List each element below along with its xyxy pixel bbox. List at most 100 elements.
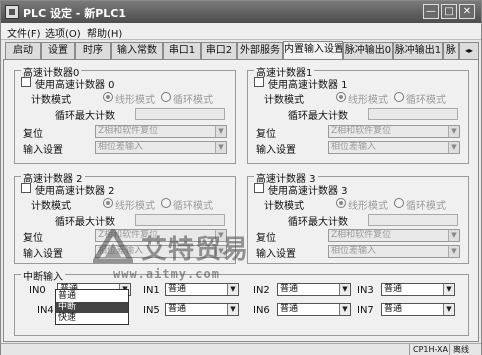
watermark-title: 艾特贸易 — [141, 235, 250, 265]
counter-0-reset-label: 复位 — [23, 129, 43, 140]
counter-2-enable-checkbox[interactable] — [21, 183, 31, 193]
dropdown-option-normal[interactable]: 普通 — [56, 291, 128, 302]
counter-1-enable-label: 使用高速计数器 1 — [268, 80, 348, 91]
counter-3-circular-radio[interactable] — [394, 198, 404, 208]
counter-2-reset-label: 复位 — [23, 233, 43, 244]
counter-0-max-label: 循环最大计数 — [55, 111, 115, 122]
chevron-down-icon: ▼ — [227, 304, 238, 315]
counter-1-linear-label: 线形模式 — [348, 95, 388, 106]
counter-1-circular-label: 循环模式 — [406, 95, 446, 106]
tab-startup[interactable]: 启动 — [5, 42, 41, 59]
in7-select[interactable]: 普通 ▼ — [381, 303, 455, 316]
counter-0-input-value: 相位差输入 — [98, 142, 144, 152]
tab-external-service[interactable]: 外部服务 — [237, 42, 283, 59]
counter-1-reset-value: Z相和软件复位 — [331, 126, 392, 136]
counter-3-enable-checkbox[interactable] — [254, 183, 264, 193]
tab-builtin-input-settings[interactable]: 内置输入设置 — [283, 41, 343, 60]
menu-file[interactable]: 文件(F) — [7, 25, 41, 40]
close-button[interactable]: ✕ — [459, 4, 475, 19]
window-title: PLC 设定 - 新PLC1 — [23, 7, 126, 20]
counter-3-enable-label: 使用高速计数器 3 — [268, 186, 348, 197]
in6-label: IN6 — [253, 305, 270, 316]
dropdown-option-interrupt[interactable]: 中断 — [56, 302, 128, 313]
counter-2-circular-radio[interactable] — [161, 198, 171, 208]
counter-0-enable-checkbox[interactable] — [21, 77, 31, 87]
counter-1-input-label: 输入设置 — [256, 145, 296, 156]
menu-help[interactable]: 帮助(H) — [87, 25, 122, 40]
interrupt-input-title: 中断输入 — [21, 268, 65, 283]
counter-3-circular-label: 循环模式 — [406, 201, 446, 212]
tab-pulse-output-1[interactable]: 脉冲输出1 — [393, 42, 443, 59]
chevron-down-icon: ▼ — [215, 126, 226, 137]
chevron-down-icon: ▼ — [339, 304, 350, 315]
counter-0-linear-label: 线形模式 — [115, 95, 155, 106]
counter-3-input-select[interactable]: 相位差输入 ▼ — [328, 245, 460, 258]
counter-0-circular-radio[interactable] — [161, 92, 171, 102]
in4-dropdown-list[interactable]: 普通 中断 快速 — [55, 289, 129, 325]
in5-value: 普通 — [168, 304, 187, 314]
tab-serial-port-1[interactable]: 串口1 — [163, 42, 201, 59]
counter-3-linear-radio[interactable] — [336, 198, 346, 208]
in6-select[interactable]: 普通 ▼ — [277, 303, 351, 316]
counter-2-max-field[interactable] — [135, 214, 225, 226]
title-bar: PLC 设定 - 新PLC1 — □ ✕ — [1, 1, 481, 23]
chevron-down-icon: ▼ — [443, 304, 454, 315]
counter-3-max-label: 循环最大计数 — [288, 217, 348, 228]
tab-timing[interactable]: 时序 — [75, 42, 111, 59]
menu-options[interactable]: 选项(O) — [45, 25, 81, 40]
counter-1-max-field[interactable] — [368, 108, 458, 120]
counter-1-linear-radio[interactable] — [336, 92, 346, 102]
menu-bar: 文件(F) 选项(O) 帮助(H) — [1, 23, 481, 40]
in5-label: IN5 — [143, 305, 160, 316]
status-state: 离线 — [449, 344, 481, 355]
counter-1-reset-select[interactable]: Z相和软件复位 ▼ — [328, 125, 460, 138]
tab-overflow[interactable]: 脉 — [443, 42, 459, 59]
counter-0-reset-select[interactable]: Z相和软件复位 ▼ — [95, 125, 227, 138]
counter-0-reset-value: Z相和软件复位 — [98, 126, 159, 136]
in7-label: IN7 — [357, 305, 374, 316]
plc-settings-window: PLC 设定 - 新PLC1 — □ ✕ 文件(F) 选项(O) 帮助(H) 启… — [0, 0, 482, 355]
counter-2-input-label: 输入设置 — [23, 249, 63, 260]
tab-pulse-output-0[interactable]: 脉冲输出0 — [343, 42, 393, 59]
counter-3-max-field[interactable] — [368, 214, 458, 226]
counter-2-enable-label: 使用高速计数器 2 — [35, 186, 115, 197]
tab-strip: 启动 设置 时序 输入常数 串口1 串口2 外部服务 内置输入设置 脉冲输出0 … — [1, 41, 481, 60]
counter-1-input-select[interactable]: 相位差输入 ▼ — [328, 141, 460, 154]
counter-0-enable-label: 使用高速计数器 0 — [35, 80, 115, 91]
watermark: 艾特贸易 www.aitmy.com — [93, 227, 343, 287]
watermark-url: www.aitmy.com — [113, 267, 220, 281]
counter-0-input-select[interactable]: 相位差输入 ▼ — [95, 141, 227, 154]
chevron-down-icon: ▼ — [448, 246, 459, 257]
counter-2-circular-label: 循环模式 — [173, 201, 213, 212]
counter-3-mode-label: 计数模式 — [264, 201, 304, 212]
counter-0-input-label: 输入设置 — [23, 145, 63, 156]
in3-value: 普通 — [384, 284, 403, 294]
counter-1-reset-label: 复位 — [256, 129, 276, 140]
tab-serial-port-2[interactable]: 串口2 — [201, 42, 237, 59]
counter-0-max-field[interactable] — [135, 108, 225, 120]
dropdown-option-fast[interactable]: 快速 — [56, 313, 128, 324]
counter-3-reset-select[interactable]: Z相和软件复位 ▼ — [328, 229, 460, 242]
counter-1-circular-radio[interactable] — [394, 92, 404, 102]
counter-1-enable-checkbox[interactable] — [254, 77, 264, 87]
status-bar: CP1H-XA 离线 — [1, 343, 481, 355]
in5-select[interactable]: 普通 ▼ — [165, 303, 239, 316]
in3-select[interactable]: 普通 ▼ — [381, 283, 455, 296]
in6-value: 普通 — [280, 304, 299, 314]
counter-2-linear-radio[interactable] — [103, 198, 113, 208]
in4-label: IN4 — [37, 305, 54, 316]
counter-2-max-label: 循环最大计数 — [55, 217, 115, 228]
counter-0-group: 高速计数器0 使用高速计数器 0 计数模式 线形模式 循环模式 循环最大计数 复… — [14, 64, 236, 164]
counter-0-mode-label: 计数模式 — [31, 95, 71, 106]
counter-0-linear-radio[interactable] — [103, 92, 113, 102]
tab-settings[interactable]: 设置 — [41, 42, 75, 59]
tab-scroll-buttons[interactable]: ◂▸ — [459, 42, 479, 59]
watermark-logo-icon — [93, 229, 133, 263]
counter-2-mode-label: 计数模式 — [31, 201, 71, 212]
chevron-down-icon: ▼ — [448, 142, 459, 153]
tab-input-constants[interactable]: 输入常数 — [111, 42, 163, 59]
maximize-button[interactable]: □ — [441, 4, 457, 19]
minimize-button[interactable]: — — [423, 4, 439, 19]
counter-3-linear-label: 线形模式 — [348, 201, 388, 212]
status-model: CP1H-XA — [409, 344, 449, 355]
